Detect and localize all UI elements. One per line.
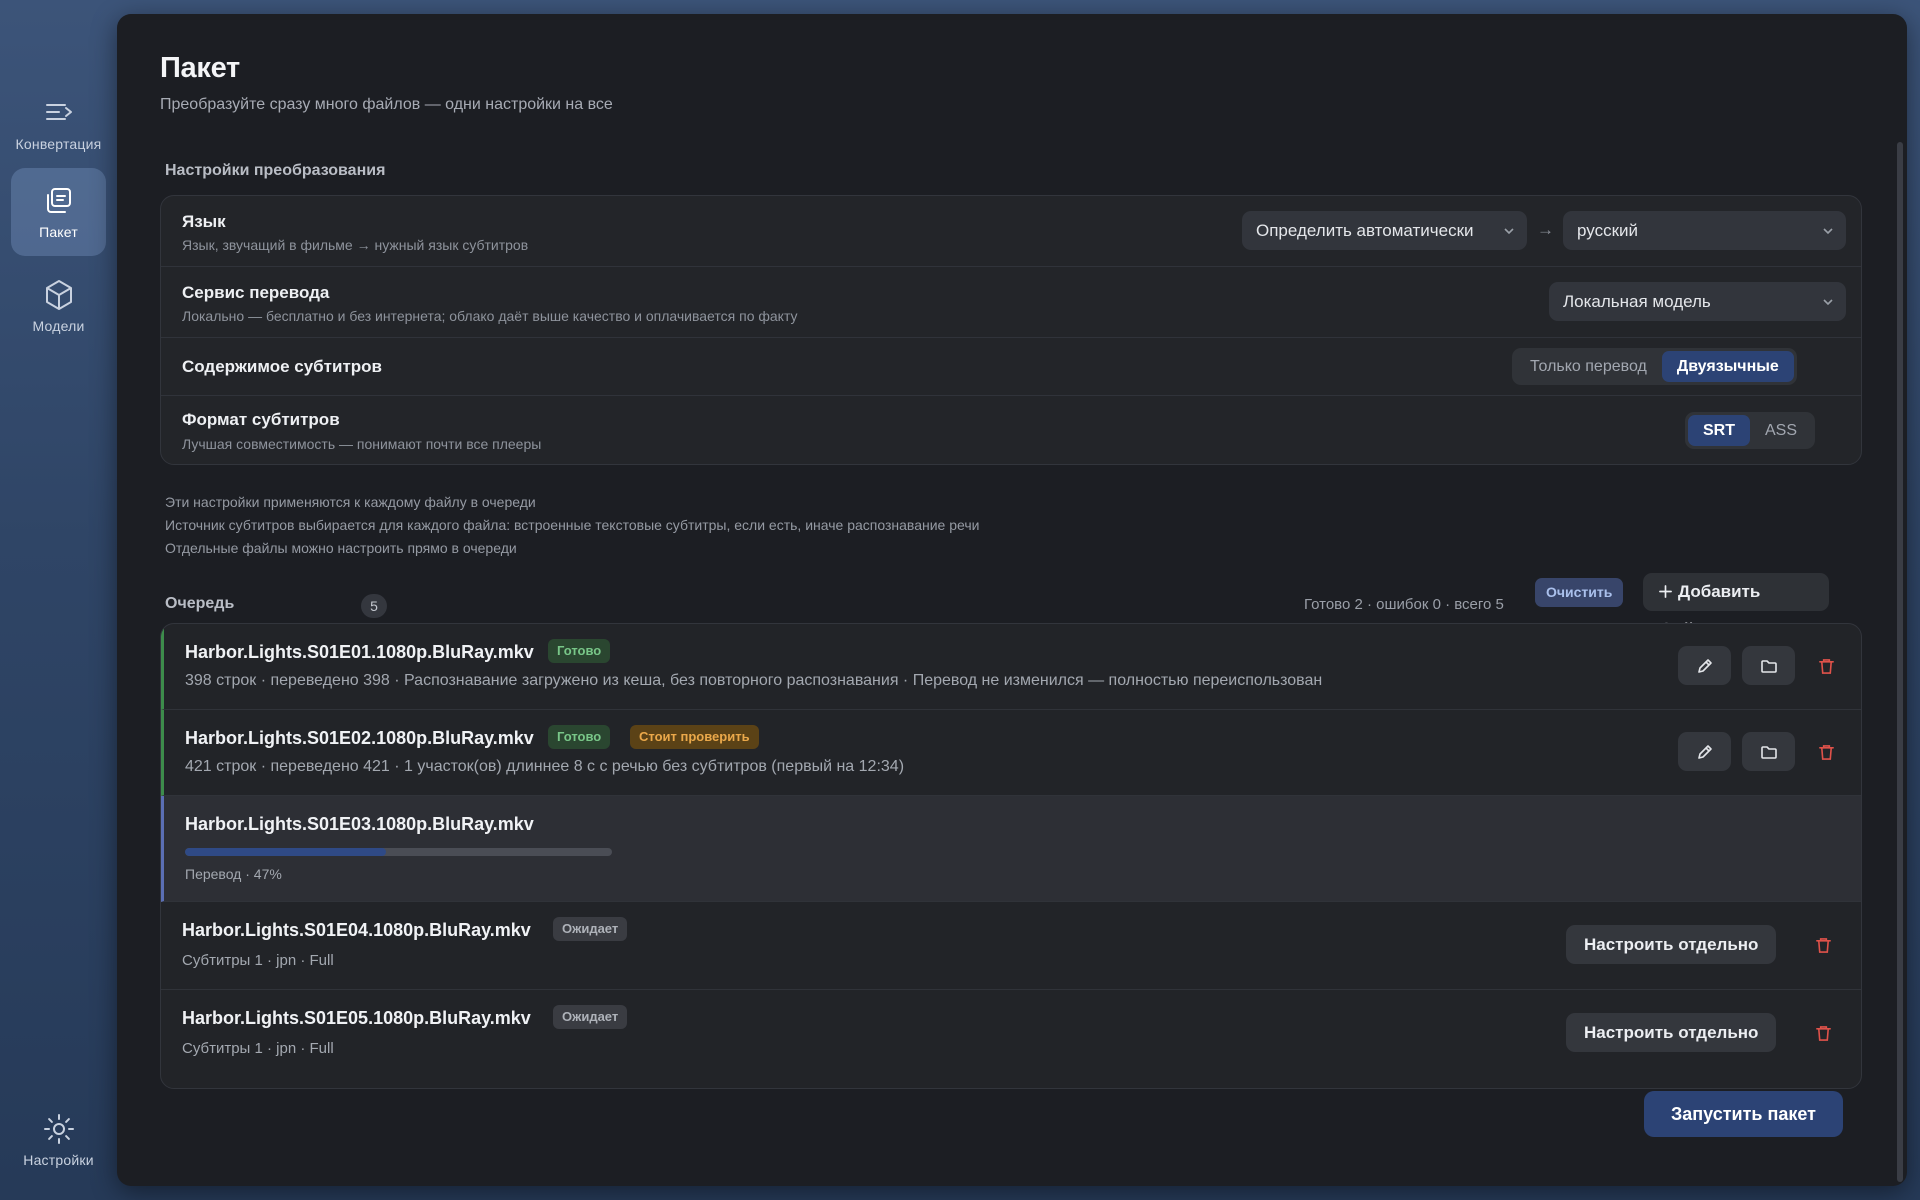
content-option-translation-only[interactable]: Только перевод [1515,351,1662,382]
page-title: Пакет [160,52,240,84]
queue-stats: Готово 2 · ошибок 0 · всего 5 [1304,596,1504,613]
settings-card: Язык Язык, звучащий в фильме → нужный яз… [160,195,1862,465]
configure-separately-button[interactable]: Настроить отдельно [1566,1013,1777,1052]
delete-button[interactable] [1811,1021,1835,1045]
sidebar-item-models[interactable]: Модели [11,262,106,350]
format-option-ass[interactable]: ASS [1750,415,1812,446]
edit-button[interactable] [1678,732,1731,771]
progress-bar [185,848,612,856]
note-line: Источник субтитров выбирается для каждог… [165,517,980,533]
file-meta: 421 строк · переведено 421 · 1 участок(о… [185,758,905,775]
configure-separately-button[interactable]: Настроить отдельно [1566,925,1777,964]
queue-count-badge: 5 [361,594,387,618]
language-arrow: → [1537,220,1554,239]
source-language-select[interactable]: Определить автоматически [1242,211,1527,250]
format-segmented-control: SRT ASS [1685,412,1816,449]
open-folder-button[interactable] [1742,732,1795,771]
add-files-button[interactable]: Добавить файлы... [1643,573,1829,639]
format-option-srt[interactable]: SRT [1688,415,1750,446]
settings-section-label: Настройки преобразования [165,162,386,179]
pencil-icon [1697,658,1712,673]
service-select[interactable]: Локальная модель [1549,282,1846,321]
file-name: Harbor.Lights.S01E03.1080p.BluRay.mkv [185,814,534,834]
content-option-bilingual[interactable]: Двуязычные [1661,351,1794,382]
chevron-down-icon [1823,299,1833,306]
trash-icon [1815,1025,1831,1041]
sidebar-item-settings[interactable]: Настройки [11,1096,106,1184]
queue-item: Harbor.Lights.S01E02.1080p.BluRay.mkv Го… [161,710,1861,796]
trash-icon [1815,937,1831,953]
queue-item: Harbor.Lights.S01E04.1080p.BluRay.mkv Ож… [161,902,1861,990]
page-subtitle: Преобразуйте сразу много файлов — одни н… [160,96,613,113]
gear-icon [43,1114,74,1144]
file-name: Harbor.Lights.S01E02.1080p.BluRay.mkv [185,728,534,748]
note-line: Отдельные файлы можно настроить прямо в … [165,540,517,556]
service-row: Сервис перевода Локально — бесплатно и б… [161,267,1861,338]
chevron-down-icon [1504,228,1514,235]
queue-item: Harbor.Lights.S01E03.1080p.BluRay.mkv Пе… [161,796,1861,902]
queue-item: Harbor.Lights.S01E05.1080p.BluRay.mkv Ож… [161,990,1861,1088]
status-badge: Ожидает [553,1005,628,1029]
file-meta: Субтитры 1 · jpn · Full [182,1040,334,1057]
sidebar: Конвертация Пакет Модели Настройки [0,0,117,1200]
target-language-value: русский [1577,221,1639,240]
queue-item: Harbor.Lights.S01E01.1080p.BluRay.mkv Го… [161,624,1861,710]
trash-icon [1818,658,1834,674]
progress-fill [185,848,386,856]
sidebar-item-label: Конвертация [15,136,102,152]
main-panel: Пакет Преобразуйте сразу много файлов — … [117,14,1907,1186]
language-title: Язык [182,212,226,231]
review-badge: Стоит проверить [630,725,759,749]
format-desc: Лучшая совместимость — понимают почти вс… [182,436,542,452]
folder-icon [1760,745,1777,759]
service-value: Локальная модель [1563,292,1711,311]
sidebar-item-convert[interactable]: Конвертация [11,80,106,168]
folder-icon [1760,659,1777,673]
delete-button[interactable] [1814,654,1838,678]
service-desc: Локально — бесплатно и без интернета; об… [182,308,798,324]
sidebar-item-label: Пакет [39,224,78,240]
queue-label: Очередь [165,595,235,612]
plus-icon [1659,585,1672,598]
note-line: Эти настройки применяются к каждому файл… [165,494,536,510]
file-meta: 398 строк · переведено 398 · Распознаван… [185,672,1323,689]
sidebar-item-label: Настройки [23,1152,94,1168]
content-segmented-control: Только перевод Двуязычные [1512,348,1797,385]
status-badge: Ожидает [553,917,628,941]
pencil-icon [1697,744,1712,759]
clear-button[interactable]: Очистить [1535,578,1624,607]
chevron-down-icon [1823,228,1833,235]
trash-icon [1818,744,1834,760]
language-desc: Язык, звучащий в фильме → нужный язык су… [182,237,529,253]
scrollbar[interactable] [1897,142,1903,1182]
settings-notes: Эти настройки применяются к каждому файл… [165,491,979,560]
start-batch-button[interactable]: Запустить пакет [1644,1091,1843,1137]
queue-list: Harbor.Lights.S01E01.1080p.BluRay.mkv Го… [160,623,1862,1089]
edit-button[interactable] [1678,646,1731,685]
file-name: Harbor.Lights.S01E04.1080p.BluRay.mkv [182,920,531,940]
file-meta: Субтитры 1 · jpn · Full [182,952,334,969]
source-language-value: Определить автоматически [1256,221,1474,240]
batch-icon [46,188,71,213]
file-name: Harbor.Lights.S01E05.1080p.BluRay.mkv [182,1008,531,1028]
delete-button[interactable] [1811,933,1835,957]
delete-button[interactable] [1814,740,1838,764]
format-title: Формат субтитров [182,410,340,429]
cube-icon [45,280,72,310]
service-title: Сервис перевода [182,283,330,302]
status-badge: Готово [548,725,611,749]
sidebar-item-label: Модели [32,318,85,334]
progress-status: Перевод · 47% [185,866,282,882]
target-language-select[interactable]: русский [1563,211,1846,250]
sidebar-item-batch[interactable]: Пакет [11,168,106,256]
open-folder-button[interactable] [1742,646,1795,685]
language-row: Язык Язык, звучащий в фильме → нужный яз… [161,196,1861,267]
content-title: Содержимое субтитров [182,357,382,376]
status-badge: Готово [548,639,611,663]
convert-icon [45,104,72,120]
format-row: Формат субтитров Лучшая совместимость — … [161,396,1861,464]
content-row: Содержимое субтитров Только перевод Двуя… [161,338,1861,396]
file-name: Harbor.Lights.S01E01.1080p.BluRay.mkv [185,642,534,662]
